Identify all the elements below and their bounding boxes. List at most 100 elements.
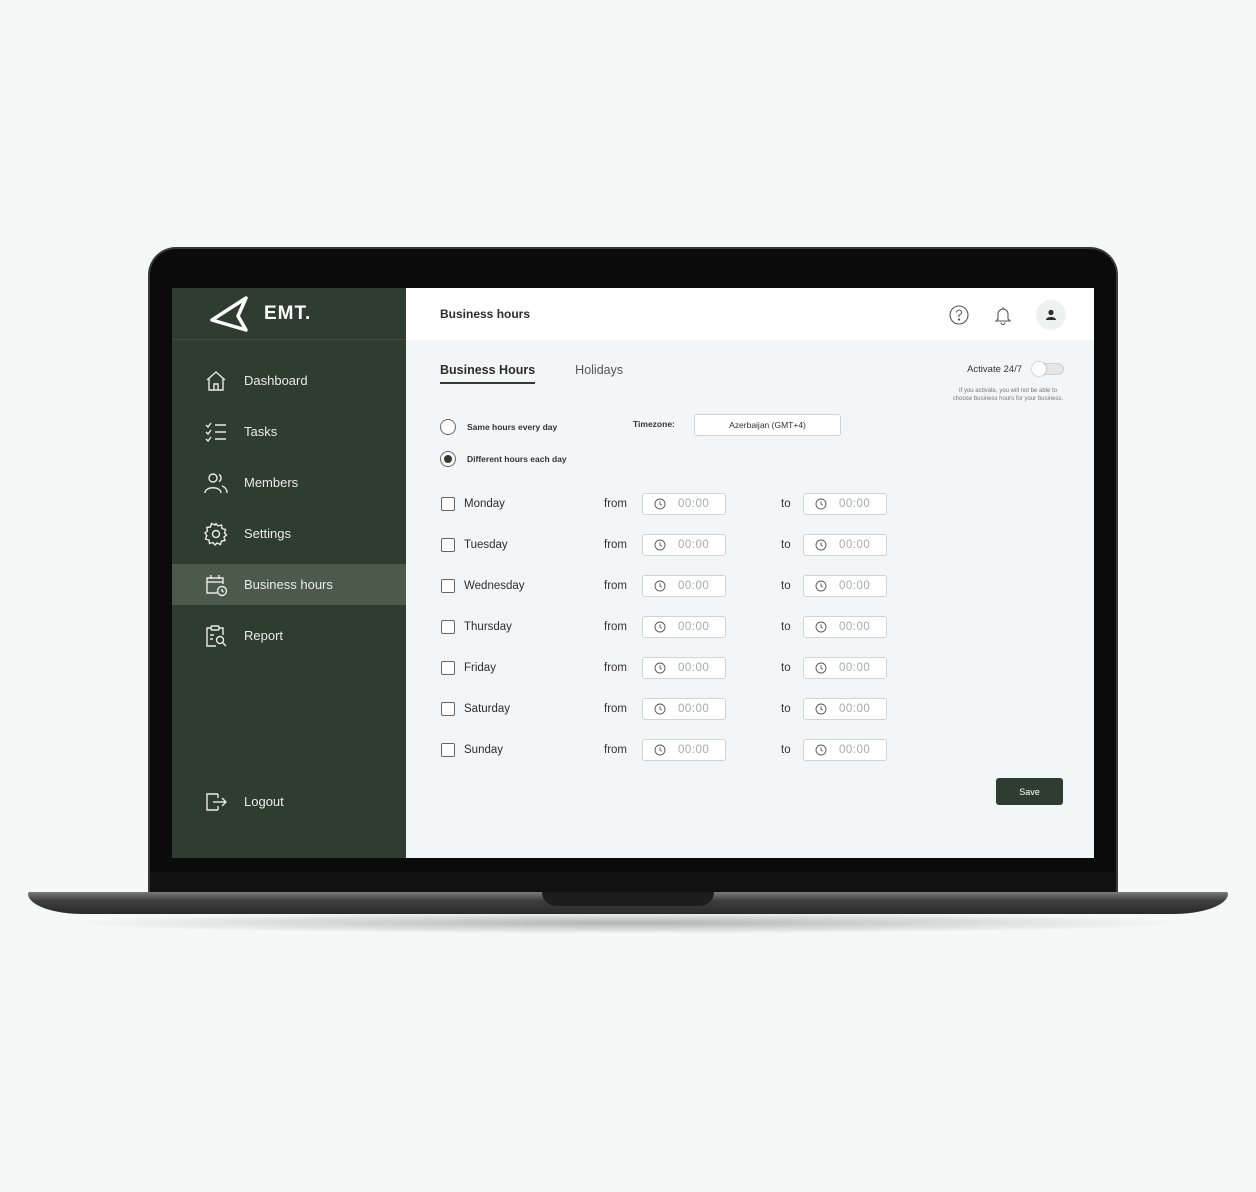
from-time-input[interactable]: 00:00 bbox=[642, 616, 726, 638]
sidebar: EMT. Dashboard Tasks Members Settings Bu… bbox=[172, 288, 406, 858]
from-time-value: 00:00 bbox=[678, 621, 710, 633]
to-time-value: 00:00 bbox=[839, 498, 871, 510]
activate-24-7: Activate 24/7 If you activate, you will … bbox=[952, 362, 1064, 403]
tabs: Business Hours Holidays bbox=[440, 363, 623, 384]
clock-icon bbox=[654, 744, 666, 756]
laptop-notch bbox=[542, 892, 714, 906]
to-time-input[interactable]: 00:00 bbox=[803, 698, 887, 720]
day-row-friday: Friday from 00:00 to 00:00 bbox=[441, 657, 901, 679]
from-label: from bbox=[604, 580, 627, 592]
sidebar-item-dashboard[interactable]: Dashboard bbox=[172, 360, 406, 401]
bell-icon bbox=[994, 307, 1012, 325]
radio-different-hours-control[interactable] bbox=[440, 451, 456, 467]
laptop-chin bbox=[150, 872, 1116, 892]
to-time-value: 00:00 bbox=[839, 580, 871, 592]
sidebar-item-label: Tasks bbox=[244, 424, 278, 439]
from-time-input[interactable]: 00:00 bbox=[642, 575, 726, 597]
to-time-input[interactable]: 00:00 bbox=[803, 534, 887, 556]
sidebar-item-label: Settings bbox=[244, 526, 291, 541]
sidebar-item-business-hours[interactable]: Business hours bbox=[172, 564, 406, 605]
day-name: Sunday bbox=[464, 744, 504, 756]
day-checkbox[interactable] bbox=[441, 661, 455, 675]
activate-note: If you activate, you will not be able to… bbox=[952, 388, 1064, 402]
clock-icon bbox=[815, 498, 827, 510]
day-name: Friday bbox=[464, 662, 496, 674]
radio-different-hours[interactable]: Different hours each day bbox=[440, 451, 567, 467]
avatar[interactable] bbox=[1036, 300, 1066, 330]
day-checkbox[interactable] bbox=[441, 702, 455, 716]
brand[interactable]: EMT. bbox=[172, 288, 406, 340]
to-time-input[interactable]: 00:00 bbox=[803, 616, 887, 638]
timezone-select[interactable]: Azerbaijan (GMT+4) bbox=[694, 414, 841, 436]
sidebar-item-members[interactable]: Members bbox=[172, 462, 406, 503]
clock-icon bbox=[654, 580, 666, 592]
clock-icon bbox=[654, 621, 666, 633]
from-time-input[interactable]: 00:00 bbox=[642, 534, 726, 556]
from-time-value: 00:00 bbox=[678, 744, 710, 756]
to-time-input[interactable]: 00:00 bbox=[803, 493, 887, 515]
radio-same-hours-control[interactable] bbox=[440, 419, 456, 435]
clipboard-search-icon bbox=[206, 624, 227, 647]
to-label: to bbox=[781, 703, 791, 715]
to-time-value: 00:00 bbox=[839, 621, 871, 633]
from-time-value: 00:00 bbox=[678, 539, 710, 551]
topbar-actions bbox=[948, 300, 1066, 330]
from-time-input[interactable]: 00:00 bbox=[642, 739, 726, 761]
notifications-button[interactable] bbox=[992, 304, 1014, 326]
from-label: from bbox=[604, 621, 627, 633]
day-checkbox[interactable] bbox=[441, 620, 455, 634]
day-checkbox[interactable] bbox=[441, 497, 455, 511]
day-checkbox[interactable] bbox=[441, 538, 455, 552]
sidebar-nav: Dashboard Tasks Members Settings Busines… bbox=[172, 360, 406, 656]
from-time-value: 00:00 bbox=[678, 703, 710, 715]
logout-button[interactable]: Logout bbox=[172, 781, 406, 822]
to-time-input[interactable]: 00:00 bbox=[803, 575, 887, 597]
clock-icon bbox=[654, 703, 666, 715]
help-button[interactable] bbox=[948, 304, 970, 326]
brand-name: EMT. bbox=[264, 302, 312, 324]
from-time-input[interactable]: 00:00 bbox=[642, 698, 726, 720]
laptop-shadow bbox=[60, 912, 1196, 934]
day-checkbox[interactable] bbox=[441, 743, 455, 757]
clock-icon bbox=[654, 539, 666, 551]
tab-business-hours[interactable]: Business Hours bbox=[440, 363, 536, 384]
from-label: from bbox=[604, 703, 627, 715]
day-row-thursday: Thursday from 00:00 to 00:00 bbox=[441, 616, 901, 638]
day-row-tuesday: Tuesday from 00:00 to 00:00 bbox=[441, 534, 901, 556]
clock-icon bbox=[815, 621, 827, 633]
to-time-input[interactable]: 00:00 bbox=[803, 657, 887, 679]
sidebar-item-label: Report bbox=[244, 628, 284, 643]
checklist-icon bbox=[205, 422, 226, 442]
to-label: to bbox=[781, 580, 791, 592]
gear-icon bbox=[204, 521, 228, 546]
sidebar-item-label: Business hours bbox=[244, 577, 333, 592]
clock-icon bbox=[815, 744, 827, 756]
from-time-value: 00:00 bbox=[678, 662, 710, 674]
to-time-value: 00:00 bbox=[839, 539, 871, 551]
clock-icon bbox=[654, 498, 666, 510]
to-time-input[interactable]: 00:00 bbox=[803, 739, 887, 761]
from-time-value: 00:00 bbox=[678, 498, 710, 510]
activate-label: Activate 24/7 bbox=[967, 363, 1022, 375]
day-row-sunday: Sunday from 00:00 to 00:00 bbox=[441, 739, 901, 761]
tab-holidays[interactable]: Holidays bbox=[575, 363, 623, 384]
from-label: from bbox=[604, 662, 627, 674]
radio-same-hours[interactable]: Same hours every day bbox=[440, 419, 557, 435]
to-label: to bbox=[781, 539, 791, 551]
sidebar-item-report[interactable]: Report bbox=[172, 615, 406, 656]
from-time-input[interactable]: 00:00 bbox=[642, 493, 726, 515]
timezone-label: Timezone: bbox=[633, 419, 675, 429]
sidebar-item-settings[interactable]: Settings bbox=[172, 513, 406, 554]
to-time-value: 00:00 bbox=[839, 662, 871, 674]
to-time-value: 00:00 bbox=[839, 744, 871, 756]
activate-toggle[interactable] bbox=[1032, 362, 1064, 376]
save-button[interactable]: Save bbox=[996, 778, 1063, 805]
from-time-input[interactable]: 00:00 bbox=[642, 657, 726, 679]
to-label: to bbox=[781, 498, 791, 510]
to-label: to bbox=[781, 621, 791, 633]
day-checkbox[interactable] bbox=[441, 579, 455, 593]
day-name: Thursday bbox=[464, 621, 512, 633]
main-content: Business hours Business Hours Holidays A… bbox=[406, 288, 1094, 858]
sidebar-item-tasks[interactable]: Tasks bbox=[172, 411, 406, 452]
radio-different-hours-label: Different hours each day bbox=[467, 454, 567, 464]
